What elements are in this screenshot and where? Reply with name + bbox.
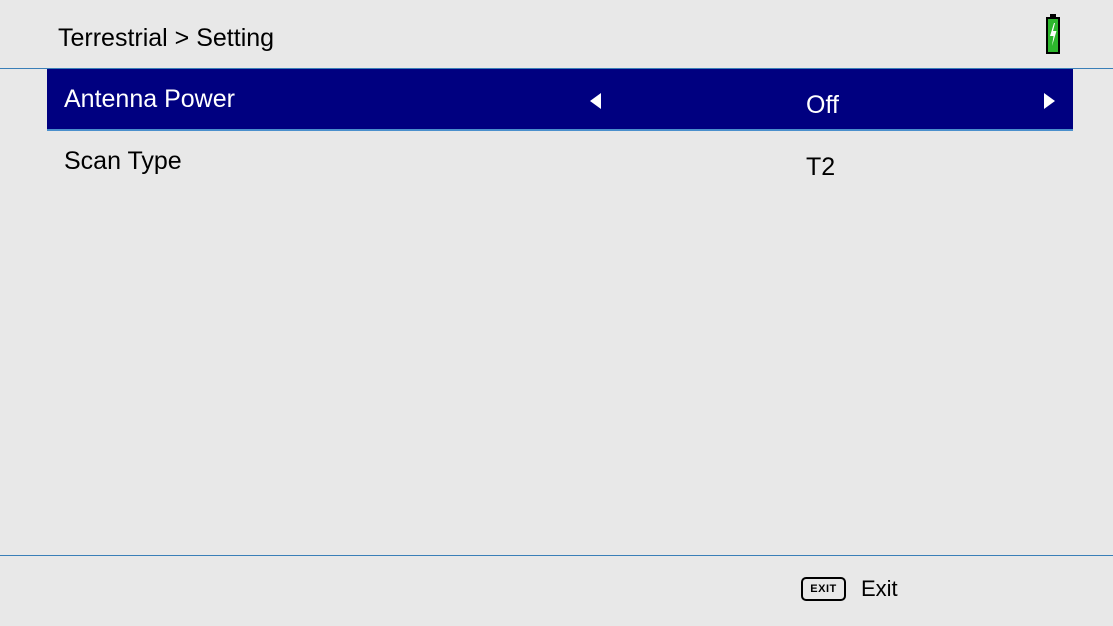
arrow-left-icon[interactable] xyxy=(590,93,601,109)
battery-charging-icon xyxy=(1046,14,1060,54)
setting-label: Antenna Power xyxy=(64,85,235,113)
exit-label: Exit xyxy=(861,576,898,601)
setting-row-scan-type[interactable]: Scan Type T2 xyxy=(0,131,1113,193)
exit-button[interactable]: EXIT xyxy=(801,577,846,601)
header-bar: Terrestrial > Setting xyxy=(0,0,1113,69)
setting-value: Off xyxy=(806,91,839,119)
settings-list: Antenna Power Off Scan Type T2 xyxy=(0,69,1113,193)
setting-row-antenna-power[interactable]: Antenna Power Off xyxy=(47,69,1073,131)
footer-bar: EXIT Exit xyxy=(0,555,1113,626)
arrow-right-icon[interactable] xyxy=(1044,93,1055,109)
exit-key-icon: EXIT xyxy=(801,577,846,601)
setting-value: T2 xyxy=(806,153,836,181)
settings-screen: Terrestrial > Setting Antenna Power Off … xyxy=(0,0,1113,626)
setting-label: Scan Type xyxy=(64,147,182,175)
breadcrumb: Terrestrial > Setting xyxy=(58,24,275,52)
